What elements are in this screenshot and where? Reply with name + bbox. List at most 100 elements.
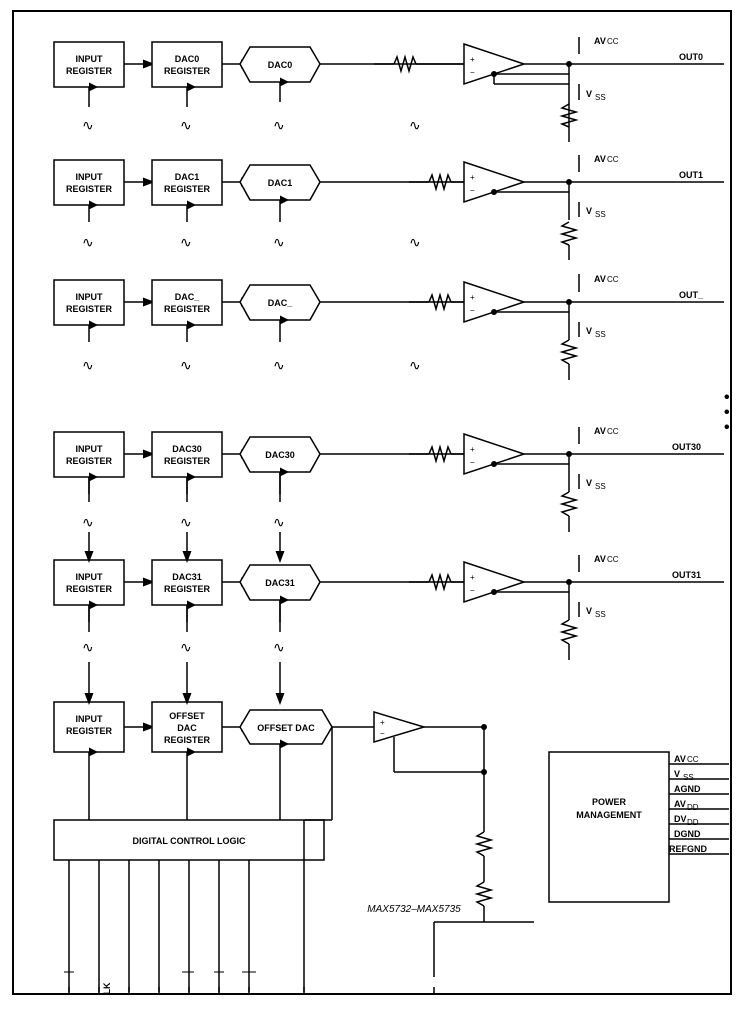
svg-text:−: − — [470, 458, 475, 467]
svg-text:∿: ∿ — [409, 234, 421, 250]
svg-text:CC: CC — [607, 427, 619, 436]
svg-text:∿: ∿ — [180, 514, 192, 530]
svg-text:INPUT: INPUT — [76, 714, 104, 724]
svg-text:DAC30: DAC30 — [172, 444, 202, 454]
svg-text:•: • — [724, 389, 730, 406]
svg-text:DD: DD — [687, 818, 699, 827]
svg-text:REGISTER: REGISTER — [66, 184, 113, 194]
svg-text:MAX5732–MAX5735: MAX5732–MAX5735 — [367, 904, 461, 915]
svg-text:∿: ∿ — [180, 234, 192, 250]
svg-text:∿: ∿ — [409, 117, 421, 133]
svg-text:DAC_: DAC_ — [175, 292, 200, 302]
svg-text:DV: DV — [674, 814, 687, 824]
svg-text:OUT_: OUT_ — [679, 290, 704, 300]
svg-text:SS: SS — [595, 93, 606, 102]
svg-text:DAC: DAC — [177, 723, 197, 733]
svg-text:CC: CC — [607, 155, 619, 164]
svg-text:+: + — [470, 293, 475, 302]
svg-text:V: V — [586, 326, 592, 336]
svg-text:−: − — [470, 186, 475, 195]
svg-text:+: + — [470, 573, 475, 582]
svg-text:REGISTER: REGISTER — [164, 304, 211, 314]
svg-text:OUT0: OUT0 — [679, 52, 703, 62]
svg-text:MANAGEMENT: MANAGEMENT — [576, 810, 642, 820]
svg-text:AV: AV — [594, 274, 606, 284]
svg-text:INPUT: INPUT — [76, 572, 104, 582]
svg-text:SS: SS — [595, 210, 606, 219]
svg-text:DAC1: DAC1 — [175, 172, 200, 182]
svg-text:SCLK: SCLK — [102, 982, 112, 993]
svg-text:AGND: AGND — [674, 784, 701, 794]
main-diagram: INPUT REGISTER DAC0 REGISTER DAC0 AV CC … — [12, 10, 732, 995]
svg-text:DAC31: DAC31 — [172, 572, 202, 582]
svg-text:DIGITAL CONTROL LOGIC: DIGITAL CONTROL LOGIC — [133, 836, 246, 846]
svg-text:∿: ∿ — [82, 514, 94, 530]
svg-text:+: + — [470, 445, 475, 454]
svg-text:∿: ∿ — [409, 357, 421, 373]
svg-text:∿: ∿ — [82, 117, 94, 133]
svg-text:AV: AV — [594, 426, 606, 436]
svg-text:−: − — [470, 306, 475, 315]
svg-text:∿: ∿ — [273, 117, 285, 133]
svg-text:AV: AV — [674, 754, 686, 764]
svg-text:−: − — [470, 586, 475, 595]
svg-text:V: V — [586, 478, 592, 488]
svg-text:REGISTER: REGISTER — [164, 584, 211, 594]
diagram-svg: INPUT REGISTER DAC0 REGISTER DAC0 AV CC … — [14, 12, 730, 993]
svg-text:OFFSET: OFFSET — [169, 711, 205, 721]
svg-text:REGISTER: REGISTER — [164, 66, 211, 76]
svg-text:∿: ∿ — [273, 514, 285, 530]
svg-text:DD: DD — [687, 803, 699, 812]
svg-text:REGISTER: REGISTER — [66, 66, 113, 76]
svg-text:∿: ∿ — [180, 357, 192, 373]
svg-text:∿: ∿ — [273, 234, 285, 250]
svg-text:INPUT: INPUT — [76, 444, 104, 454]
svg-text:REGISTER: REGISTER — [66, 584, 113, 594]
svg-text:∿: ∿ — [82, 639, 94, 655]
svg-text:REGISTER: REGISTER — [164, 456, 211, 466]
svg-text:•: • — [724, 404, 730, 421]
svg-text:∿: ∿ — [180, 639, 192, 655]
svg-text:INPUT: INPUT — [76, 172, 104, 182]
svg-text:AV: AV — [674, 799, 686, 809]
svg-text:OUT31: OUT31 — [672, 570, 701, 580]
svg-text:REGISTER: REGISTER — [164, 735, 211, 745]
svg-text:∿: ∿ — [82, 357, 94, 373]
svg-text:CC: CC — [607, 275, 619, 284]
svg-text:AV: AV — [594, 554, 606, 564]
svg-text:DAC30: DAC30 — [265, 450, 295, 460]
svg-text:V: V — [674, 769, 680, 779]
svg-text:SS: SS — [595, 330, 606, 339]
svg-text:SS: SS — [595, 482, 606, 491]
svg-text:REGISTER: REGISTER — [66, 726, 113, 736]
svg-text:AV: AV — [594, 36, 606, 46]
svg-text:V: V — [586, 606, 592, 616]
svg-text:INPUT: INPUT — [76, 54, 104, 64]
svg-text:∿: ∿ — [82, 234, 94, 250]
svg-text:•: • — [724, 419, 730, 436]
svg-text:OFFSET DAC: OFFSET DAC — [257, 723, 315, 733]
svg-text:REFGND: REFGND — [669, 844, 708, 854]
svg-text:DGND: DGND — [674, 829, 701, 839]
svg-text:REGISTER: REGISTER — [164, 184, 211, 194]
svg-text:−: − — [380, 729, 385, 738]
svg-text:SS: SS — [595, 610, 606, 619]
svg-text:+: + — [470, 173, 475, 182]
svg-text:−: − — [470, 68, 475, 77]
svg-text:DAC1: DAC1 — [268, 178, 293, 188]
svg-text:REGISTER: REGISTER — [66, 456, 113, 466]
svg-text:+: + — [470, 55, 475, 64]
svg-text:DAC_: DAC_ — [268, 298, 293, 308]
svg-text:AV: AV — [594, 154, 606, 164]
svg-text:OUT30: OUT30 — [672, 442, 701, 452]
svg-text:V: V — [586, 89, 592, 99]
svg-text:POWER: POWER — [592, 797, 627, 807]
svg-text:CC: CC — [607, 555, 619, 564]
svg-text:CC: CC — [607, 37, 619, 46]
svg-text:DAC31: DAC31 — [265, 578, 295, 588]
svg-text:V: V — [586, 206, 592, 216]
svg-text:REGISTER: REGISTER — [66, 304, 113, 314]
svg-text:+: + — [380, 718, 385, 727]
svg-text:DAC0: DAC0 — [175, 54, 200, 64]
svg-text:∿: ∿ — [273, 357, 285, 373]
